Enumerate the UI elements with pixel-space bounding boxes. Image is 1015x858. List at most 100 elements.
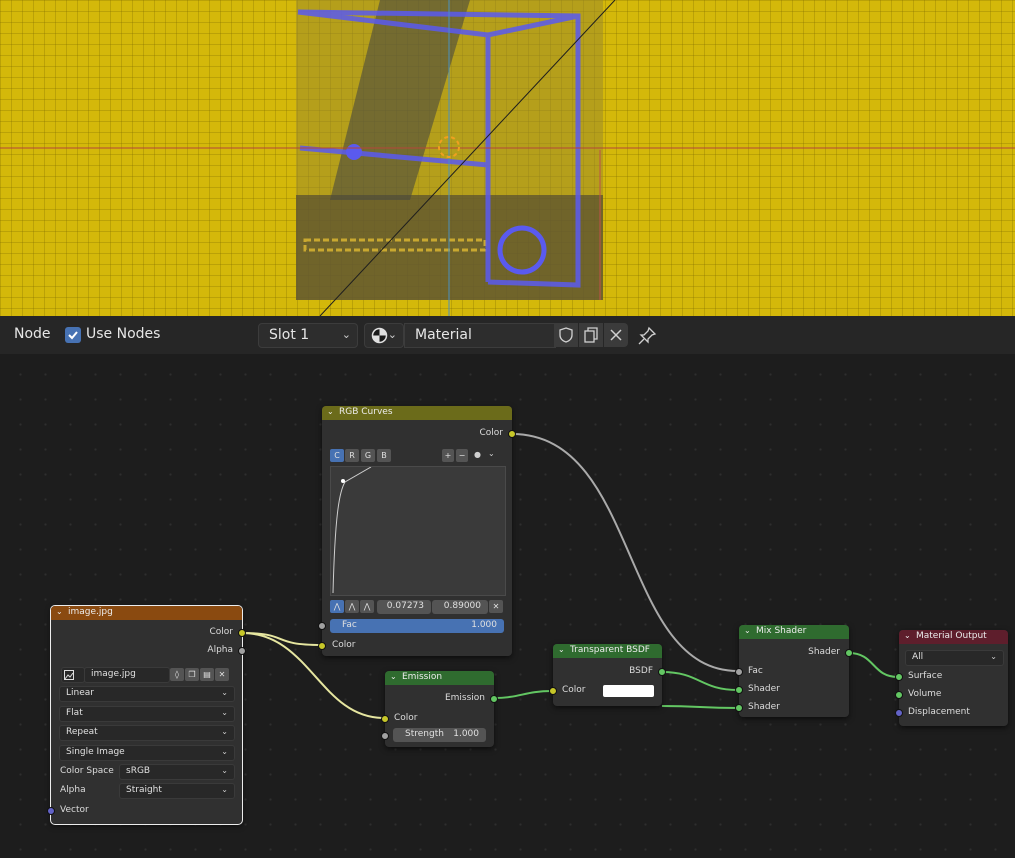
mix-shader2-label: Shader xyxy=(748,702,780,712)
slot-dropdown[interactable]: Slot 1 ⌄ xyxy=(258,323,358,348)
mix-output-socket[interactable] xyxy=(845,649,853,657)
point-x-field[interactable]: 0.07273 xyxy=(377,600,431,614)
displacement-socket[interactable] xyxy=(895,709,903,717)
rgb-curves-node[interactable]: ⌄ RGB Curves Color C R G B + − ● ⌄ ⋀ ⋀ ⋀… xyxy=(318,406,516,656)
pin-icon[interactable] xyxy=(636,325,658,347)
image-node-header[interactable]: ⌄ image.jpg xyxy=(51,606,242,620)
auto-handle-icon[interactable]: ⋀ xyxy=(330,600,344,613)
material-name-field[interactable]: Material xyxy=(404,323,556,348)
emission-output-socket[interactable] xyxy=(490,695,498,703)
zoom-out-icon[interactable]: − xyxy=(456,449,468,462)
node-editor-canvas[interactable]: ⌄ RGB Curves Color C R G B + − ● ⌄ ⋀ ⋀ ⋀… xyxy=(0,354,1015,858)
emission-node[interactable]: ⌄ Emission Emission Color Strength 1.000 xyxy=(381,671,498,747)
color-space-dropdown[interactable]: sRGB ⌄ xyxy=(119,764,235,780)
checkbox-icon[interactable] xyxy=(65,327,81,343)
material-output-node[interactable]: ⌄ Material Output All ⌄ Surface Volume Di… xyxy=(895,630,1008,726)
color-space-value: sRGB xyxy=(126,766,151,776)
image-browse-button[interactable] xyxy=(61,667,85,683)
emission-header[interactable]: ⌄ Emission xyxy=(385,671,494,685)
projection-value: Flat xyxy=(66,708,83,718)
surface-label: Surface xyxy=(908,671,943,681)
mix-shader1-socket[interactable] xyxy=(735,686,743,694)
transparent-header[interactable]: ⌄ Transparent BSDF xyxy=(553,644,662,658)
emission-strength-socket[interactable] xyxy=(381,732,389,740)
mix-fac-socket[interactable] xyxy=(735,668,743,676)
folder-icon[interactable]: ▤ xyxy=(200,668,214,681)
settings-dot-icon[interactable]: ● xyxy=(474,450,481,459)
curve-graph[interactable] xyxy=(330,466,506,596)
curves-input-color-socket[interactable] xyxy=(318,642,326,650)
chevron-down-icon[interactable]: ⌄ xyxy=(488,449,495,458)
color-swatch[interactable] xyxy=(603,685,654,697)
fake-user-button[interactable] xyxy=(554,323,578,347)
delete-point-icon[interactable]: ✕ xyxy=(489,600,503,613)
mix-shader-title: Mix Shader xyxy=(756,626,807,636)
channel-g-tab[interactable]: G xyxy=(361,449,375,462)
link-bsdf-to-shader1 xyxy=(661,671,739,691)
chevron-down-icon: ⌄ xyxy=(341,328,351,341)
zoom-in-icon[interactable]: + xyxy=(442,449,454,462)
channel-c-tab[interactable]: C xyxy=(330,449,344,462)
collapse-arrow-icon[interactable]: ⌄ xyxy=(327,407,334,416)
curves-output-color-socket[interactable] xyxy=(508,430,516,438)
material-output-header[interactable]: ⌄ Material Output xyxy=(899,630,1008,644)
displacement-label: Displacement xyxy=(908,707,970,717)
unlink-material-button[interactable] xyxy=(604,323,628,347)
shield-icon[interactable]: ◊ xyxy=(170,668,184,681)
free-handle-icon[interactable]: ⋀ xyxy=(360,600,374,613)
alpha-mode-value: Straight xyxy=(126,785,162,795)
3d-viewport[interactable] xyxy=(0,0,1015,316)
fac-label: Fac xyxy=(342,620,357,630)
material-name: Material xyxy=(415,327,472,343)
duplicate-icon xyxy=(584,327,598,343)
mix-shader-node[interactable]: ⌄ Mix Shader Shader Fac Shader Shader xyxy=(735,625,853,717)
image-output-color-socket[interactable] xyxy=(238,629,246,637)
curves-input-color-label: Color xyxy=(332,640,356,650)
collapse-arrow-icon[interactable]: ⌄ xyxy=(744,626,751,635)
shield-icon xyxy=(559,327,573,343)
emission-input-color-socket[interactable] xyxy=(381,715,389,723)
extension-dropdown[interactable]: Repeat ⌄ xyxy=(59,725,235,741)
rgb-curves-header[interactable]: ⌄ RGB Curves xyxy=(322,406,512,420)
bsdf-output-socket[interactable] xyxy=(658,668,666,676)
interpolation-dropdown[interactable]: Linear ⌄ xyxy=(59,686,235,702)
target-dropdown[interactable]: All ⌄ xyxy=(905,650,1004,666)
fac-slider[interactable]: Fac 1.000 xyxy=(330,619,504,633)
collapse-arrow-icon[interactable]: ⌄ xyxy=(56,607,63,616)
vector-handle-icon[interactable]: ⋀ xyxy=(345,600,359,613)
transparent-bsdf-node[interactable]: ⌄ Transparent BSDF BSDF Color xyxy=(549,644,666,706)
chevron-down-icon: ⌄ xyxy=(221,727,228,736)
channel-r-tab[interactable]: R xyxy=(345,449,359,462)
strength-label: Strength xyxy=(405,729,444,739)
curves-fac-socket[interactable] xyxy=(318,622,326,630)
image-name-field[interactable]: image.jpg xyxy=(84,667,170,683)
close-icon[interactable]: ✕ xyxy=(215,668,229,681)
image-texture-node[interactable]: ⌄ image.jpg Color Alpha image.jpg ◊ ❐ ▤ … xyxy=(47,605,246,825)
extension-value: Repeat xyxy=(66,727,98,737)
source-dropdown[interactable]: Single Image ⌄ xyxy=(59,745,235,761)
alpha-mode-dropdown[interactable]: Straight ⌄ xyxy=(119,783,235,799)
duplicate-material-button[interactable] xyxy=(579,323,603,347)
emission-title: Emission xyxy=(402,672,443,682)
projection-dropdown[interactable]: Flat ⌄ xyxy=(59,706,235,722)
transparent-input-color-socket[interactable] xyxy=(549,687,557,695)
material-sphere-icon xyxy=(371,327,388,344)
collapse-arrow-icon[interactable]: ⌄ xyxy=(558,645,565,654)
surface-socket[interactable] xyxy=(895,673,903,681)
duplicate-icon[interactable]: ❐ xyxy=(185,668,199,681)
material-output-title: Material Output xyxy=(916,631,987,641)
material-browse-button[interactable]: ⌄ xyxy=(364,323,404,348)
mix-shader2-socket[interactable] xyxy=(735,704,743,712)
image-output-alpha-socket[interactable] xyxy=(238,647,246,655)
collapse-arrow-icon[interactable]: ⌄ xyxy=(390,672,397,681)
chevron-down-icon: ⌄ xyxy=(221,688,228,697)
channel-b-tab[interactable]: B xyxy=(377,449,391,462)
strength-field[interactable]: Strength 1.000 xyxy=(393,728,486,742)
editor-type-label[interactable]: Node xyxy=(14,326,51,342)
mix-shader-header[interactable]: ⌄ Mix Shader xyxy=(739,625,849,639)
image-input-vector-socket[interactable] xyxy=(47,807,55,815)
use-nodes-label[interactable]: Use Nodes xyxy=(86,326,160,342)
point-y-field[interactable]: 0.89000 xyxy=(432,600,488,614)
collapse-arrow-icon[interactable]: ⌄ xyxy=(904,631,911,640)
volume-socket[interactable] xyxy=(895,691,903,699)
